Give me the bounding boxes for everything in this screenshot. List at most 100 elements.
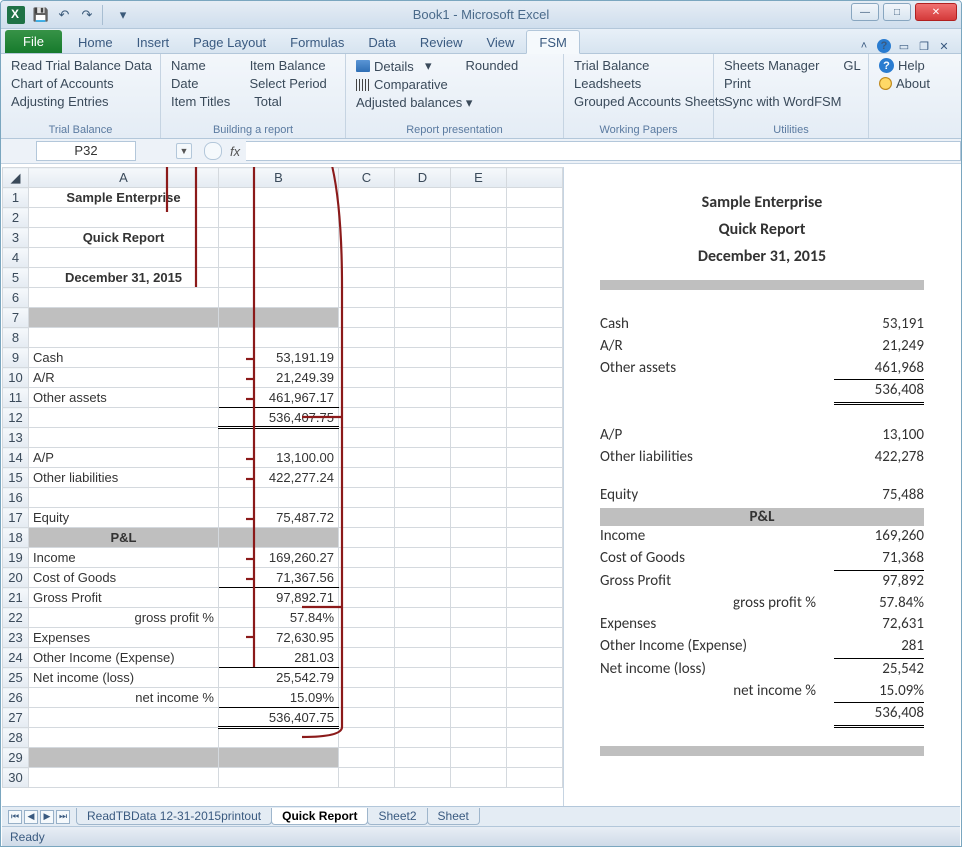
mdi-restore-icon[interactable]: ❐	[917, 39, 931, 53]
group-title-presentation: Report presentation	[346, 124, 563, 136]
group-title-building: Building a report	[161, 124, 345, 136]
sheet-nav-next[interactable]: ▶	[40, 810, 54, 824]
ribbon-tabs: File Home Insert Page Layout Formulas Da…	[1, 29, 961, 54]
print-preview-panel: Sample Enterprise Quick Report December …	[564, 167, 960, 806]
name-button[interactable]: Name	[171, 58, 206, 73]
tab-review[interactable]: Review	[408, 31, 475, 53]
sync-wordfsm-button[interactable]: Sync with WordFSM	[724, 94, 842, 109]
trial-balance-button[interactable]: Trial Balance	[574, 58, 649, 73]
spreadsheet-grid[interactable]: ◢ A B C D E 1Sample Enterprise 2 3Quick …	[2, 167, 564, 806]
cell[interactable]: Sample Enterprise	[29, 188, 219, 208]
adjusting-entries-button[interactable]: Adjusting Entries	[11, 94, 109, 109]
row-header[interactable]: 1	[3, 188, 29, 208]
close-button[interactable]: ✕	[915, 3, 957, 21]
group-title-working: Working Papers	[564, 124, 713, 136]
ribbon-group-working: Trial Balance Leadsheets Grouped Account…	[564, 54, 714, 138]
help-button[interactable]: ?Help	[879, 58, 925, 73]
col-header-d[interactable]: D	[395, 168, 451, 188]
ribbon-group-trialbalance: Read Trial Balance Data Chart of Account…	[1, 54, 161, 138]
rounded-button[interactable]: Rounded	[466, 58, 519, 74]
redo-button[interactable]: ↷	[77, 5, 97, 25]
ribbon-body: Read Trial Balance Data Chart of Account…	[1, 54, 961, 139]
tab-file[interactable]: File	[5, 30, 62, 53]
undo-button[interactable]: ↶	[54, 5, 74, 25]
print-company-name: Sample Enterprise	[600, 193, 924, 212]
tab-fsm[interactable]: FSM	[526, 30, 579, 54]
name-box[interactable]: P32	[36, 141, 136, 161]
namebox-dropdown[interactable]: ▼	[176, 143, 192, 159]
item-balance-button[interactable]: Item Balance	[250, 58, 326, 73]
mdi-close-icon[interactable]: ✕	[937, 39, 951, 53]
print-bar	[600, 280, 924, 290]
mdi-min-icon[interactable]: ▭	[897, 39, 911, 53]
sheet-tab-sheet3[interactable]: Sheet	[427, 808, 480, 825]
excel-icon	[7, 6, 25, 24]
sheet-nav-first[interactable]: ⏮	[8, 810, 22, 824]
tab-insert[interactable]: Insert	[125, 31, 182, 53]
content-area: ◢ A B C D E 1Sample Enterprise 2 3Quick …	[2, 167, 960, 806]
comparative-icon	[356, 79, 370, 91]
comparative-button[interactable]: Comparative	[356, 77, 448, 92]
sheet-table: ◢ A B C D E 1Sample Enterprise 2 3Quick …	[2, 167, 563, 788]
ribbon-group-utilities: Sheets Manager GL Print Sync with WordFSM…	[714, 54, 869, 138]
print-pl-header: P&L	[600, 508, 924, 526]
date-button[interactable]: Date	[171, 76, 198, 91]
sheet-tab-tbdata[interactable]: ReadTBData 12-31-2015printout	[76, 808, 272, 825]
minimize-button[interactable]: —	[851, 3, 879, 21]
print-button[interactable]: Print	[724, 76, 751, 91]
sheet-tab-sheet2[interactable]: Sheet2	[367, 808, 427, 825]
select-all[interactable]: ◢	[3, 168, 29, 188]
tab-formulas[interactable]: Formulas	[278, 31, 356, 53]
ribbon-group-help: ?Help About	[869, 54, 949, 138]
tab-view[interactable]: View	[474, 31, 526, 53]
status-text: Ready	[10, 830, 45, 844]
sheet-tab-quickreport[interactable]: Quick Report	[271, 808, 368, 825]
item-titles-button[interactable]: Item Titles	[171, 94, 230, 109]
print-report-title: Quick Report	[600, 220, 924, 239]
group-title-tb: Trial Balance	[1, 124, 160, 136]
sheet-nav: ⏮ ◀ ▶ ⏭	[2, 810, 76, 824]
grouped-accounts-button[interactable]: Grouped Accounts Sheets	[574, 94, 725, 109]
formula-input[interactable]	[246, 141, 961, 161]
tab-pagelayout[interactable]: Page Layout	[181, 31, 278, 53]
tab-data[interactable]: Data	[356, 31, 407, 53]
sheet-tabs-row: ⏮ ◀ ▶ ⏭ ReadTBData 12-31-2015printout Qu…	[2, 806, 960, 826]
col-header-c[interactable]: C	[339, 168, 395, 188]
col-header-e[interactable]: E	[451, 168, 507, 188]
group-title-utilities: Utilities	[714, 124, 868, 136]
sheets-manager-button[interactable]: Sheets Manager	[724, 58, 819, 73]
window-controls: — □ ✕	[851, 3, 957, 21]
sheet-nav-last[interactable]: ⏭	[56, 810, 70, 824]
select-period-button[interactable]: Select Period	[249, 76, 326, 91]
tab-home[interactable]: Home	[66, 31, 125, 53]
medal-icon	[879, 77, 892, 90]
help-icon[interactable]: ?	[877, 39, 891, 53]
qat-customize-button[interactable]: ▾	[113, 5, 133, 25]
status-bar: Ready	[2, 826, 960, 846]
window-title: Book1 - Microsoft Excel	[413, 7, 550, 22]
print-bar-bottom	[600, 746, 924, 756]
print-report-date: December 31, 2015	[600, 247, 924, 266]
col-header-f[interactable]	[507, 168, 563, 188]
total-button[interactable]: Total	[254, 94, 281, 109]
save-button[interactable]: 💾	[31, 5, 51, 25]
sheet-nav-prev[interactable]: ◀	[24, 810, 38, 824]
chart-accounts-button[interactable]: Chart of Accounts	[11, 76, 114, 91]
fx-label: fx	[230, 144, 240, 159]
details-button[interactable]: Details ▾	[356, 58, 432, 74]
about-button[interactable]: About	[879, 76, 930, 91]
qat-separator	[102, 5, 108, 25]
quick-access-toolbar: 💾 ↶ ↷ ▾	[31, 5, 133, 25]
details-icon	[356, 60, 370, 72]
ribbon-minimize-icon[interactable]: ˄	[857, 39, 871, 53]
leadsheets-button[interactable]: Leadsheets	[574, 76, 641, 91]
col-header-a[interactable]: A	[29, 168, 219, 188]
titlebar: 💾 ↶ ↷ ▾ Book1 - Microsoft Excel — □ ✕	[1, 1, 961, 29]
col-header-b[interactable]: B	[219, 168, 339, 188]
adjusted-balances-button[interactable]: Adjusted balances ▾	[356, 95, 472, 111]
gl-button[interactable]: GL	[843, 58, 860, 73]
read-tb-button[interactable]: Read Trial Balance Data	[11, 58, 152, 73]
ribbon-right-controls: ˄ ? ▭ ❐ ✕	[857, 39, 957, 53]
maximize-button[interactable]: □	[883, 3, 911, 21]
fx-cancel-icon[interactable]	[204, 142, 222, 160]
